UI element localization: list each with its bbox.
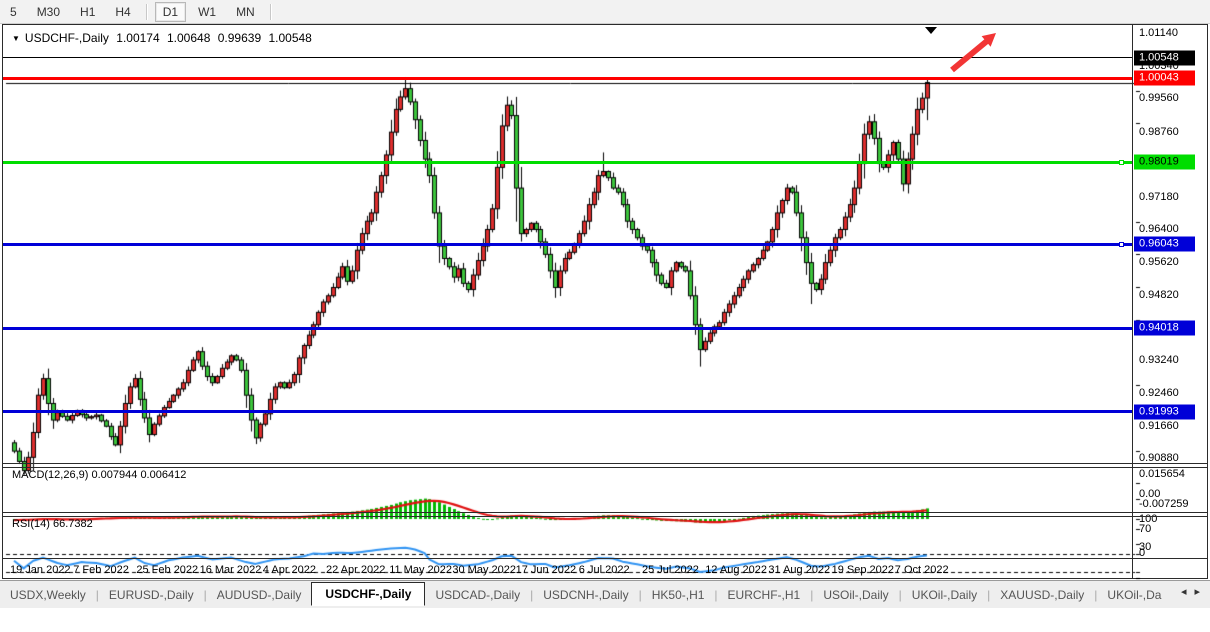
date-tick-label: 11 May 2022 bbox=[389, 564, 452, 576]
price-tick-label: 0.96400 bbox=[1139, 223, 1179, 235]
title-symbol-period: USDCHF-,Daily bbox=[25, 31, 109, 45]
symbol-dropdown-icon[interactable]: ▼ bbox=[12, 34, 20, 43]
date-tick-label: 12 Aug 2022 bbox=[705, 564, 767, 576]
macd-indicator-label: MACD(12,26,9) 0.007944 0.006412 bbox=[12, 469, 186, 481]
date-tick-label: 6 Jul 2022 bbox=[579, 564, 630, 576]
line-drag-handle[interactable] bbox=[1119, 160, 1124, 165]
price-tick-label: 0.91660 bbox=[1139, 420, 1179, 432]
price-tick-label: 0.93240 bbox=[1139, 354, 1179, 366]
tab-scroll-left-icon[interactable]: ◂ bbox=[1181, 586, 1187, 598]
price-tick-label: 0.97180 bbox=[1139, 191, 1179, 203]
line-drag-handle[interactable] bbox=[1119, 242, 1124, 247]
price-axis-separator bbox=[1132, 24, 1133, 579]
tab-usdx-weekly[interactable]: USDX,Weekly bbox=[0, 584, 96, 606]
bid-price-line[interactable] bbox=[3, 57, 1132, 58]
support-line[interactable] bbox=[3, 161, 1132, 164]
price-badge: 0.96043 bbox=[1134, 237, 1195, 252]
timeframe-toolbar: 5M30H1H4 D1W1MN bbox=[0, 0, 1210, 24]
tab-usdcnh-daily[interactable]: USDCNH-,Daily bbox=[533, 584, 638, 606]
date-tick-label: 7 Feb 2022 bbox=[73, 564, 129, 576]
date-tick-label: 19 Sep 2022 bbox=[832, 564, 894, 576]
tab-xauusd-daily[interactable]: XAUUSD-,Daily bbox=[990, 584, 1094, 606]
price-badge: 0.91993 bbox=[1134, 404, 1195, 419]
rsi-name: RSI(14) bbox=[12, 518, 50, 530]
toolbar-separator bbox=[270, 4, 272, 20]
date-tick-label: 22 Apr 2022 bbox=[326, 564, 385, 576]
timeframe-button-H4[interactable]: H4 bbox=[107, 2, 138, 22]
tab-ukoil-daily[interactable]: UKOil-,Daily bbox=[902, 584, 987, 606]
rsi-indicator-label: RSI(14) 66.7382 bbox=[12, 518, 93, 530]
chart-tab-bar: USDX,Weekly|EURUSD-,Daily|AUDUSD-,DailyU… bbox=[0, 580, 1210, 608]
macd-name: MACD(12,26,9) bbox=[12, 469, 88, 481]
tab-scroll-right-icon[interactable]: ▸ bbox=[1194, 586, 1200, 598]
macd-axis-label: -0.007259 bbox=[1139, 498, 1189, 510]
date-tick-label: 25 Feb 2022 bbox=[136, 564, 198, 576]
support-line[interactable] bbox=[3, 327, 1132, 330]
price-badge: 0.94018 bbox=[1134, 321, 1195, 336]
chart-title: ▼ USDCHF-,Daily 1.00174 1.00648 0.99639 1… bbox=[12, 31, 316, 45]
price-tick-label: 0.95620 bbox=[1139, 256, 1179, 268]
macd-axis-label: 0.015654 bbox=[1139, 468, 1185, 480]
title-close: 1.00548 bbox=[268, 31, 311, 45]
tab-eurchf-h1[interactable]: EURCHF-,H1 bbox=[718, 584, 811, 606]
rsi-axis-label: 70 bbox=[1139, 523, 1151, 535]
timeframe-button-MN[interactable]: MN bbox=[228, 2, 263, 22]
pane-separator-macd-rsi[interactable] bbox=[2, 512, 1208, 513]
macd-signal-value: 0.006412 bbox=[140, 469, 186, 481]
chart-window bbox=[2, 24, 1208, 579]
date-tick-label: 7 Oct 2022 bbox=[895, 564, 949, 576]
date-tick-label: 17 Jun 2022 bbox=[516, 564, 577, 576]
timeframe-button-D1[interactable]: D1 bbox=[155, 2, 186, 22]
tab-scroll-arrows: ◂▸ bbox=[1175, 585, 1206, 598]
date-tick-label: 25 Jul 2022 bbox=[642, 564, 699, 576]
pane-separator-macd-rsi-inner bbox=[2, 516, 1208, 517]
support-line[interactable] bbox=[3, 410, 1132, 413]
tab-usoil-daily[interactable]: USOil-,Daily bbox=[813, 584, 898, 606]
date-tick-label: 30 May 2022 bbox=[452, 564, 516, 576]
tab-usdchf-daily[interactable]: USDCHF-,Daily bbox=[311, 582, 425, 606]
date-tick-label: 19 Jan 2022 bbox=[10, 564, 71, 576]
tab-eurusd-daily[interactable]: EURUSD-,Daily bbox=[99, 584, 204, 606]
price-badge: 1.00548 bbox=[1134, 50, 1195, 65]
tab-ukoil-da[interactable]: UKOil-,Da bbox=[1097, 584, 1171, 606]
price-tick-label: 0.98760 bbox=[1139, 126, 1179, 138]
macd-value: 0.007944 bbox=[91, 469, 137, 481]
timeframe-button-W1[interactable]: W1 bbox=[190, 2, 224, 22]
timeframe-button-5[interactable]: 5 bbox=[2, 2, 25, 22]
tab-usdcad-daily[interactable]: USDCAD-,Daily bbox=[425, 584, 530, 606]
price-badge: 1.00043 bbox=[1134, 71, 1195, 86]
date-tick-label: 31 Aug 2022 bbox=[768, 564, 830, 576]
title-high: 1.00648 bbox=[167, 31, 210, 45]
timeframe-button-M30[interactable]: M30 bbox=[29, 2, 68, 22]
pane-separator-main-macd[interactable] bbox=[2, 463, 1208, 464]
tab-audusd-daily[interactable]: AUDUSD-,Daily bbox=[207, 584, 312, 606]
pane-separator-main-macd-inner bbox=[2, 467, 1208, 468]
support-line[interactable] bbox=[3, 243, 1132, 246]
rsi-value: 66.7382 bbox=[53, 518, 93, 530]
toolbar-separator bbox=[146, 4, 148, 20]
title-low: 0.99639 bbox=[218, 31, 261, 45]
date-tick-label: 16 Mar 2022 bbox=[200, 564, 262, 576]
tab-hk50-h1[interactable]: HK50-,H1 bbox=[642, 584, 715, 606]
title-open: 1.00174 bbox=[116, 31, 159, 45]
price-tick-label: 0.94820 bbox=[1139, 289, 1179, 301]
price-tick-label: 0.92460 bbox=[1139, 387, 1179, 399]
resistance-line[interactable] bbox=[3, 77, 1132, 80]
price-tick-label: 0.99560 bbox=[1139, 92, 1179, 104]
timeframe-button-H1[interactable]: H1 bbox=[72, 2, 103, 22]
price-tick-label: 1.01140 bbox=[1139, 27, 1178, 39]
price-badge: 0.98019 bbox=[1134, 155, 1195, 170]
pane-separator-rsi-dates bbox=[2, 558, 1208, 559]
date-tick-label: 4 Apr 2022 bbox=[263, 564, 316, 576]
mt4-terminal: { "toolbar": { "timeframes": [ {"label":… bbox=[0, 0, 1210, 607]
chart-shift-marker-icon[interactable] bbox=[925, 27, 937, 34]
